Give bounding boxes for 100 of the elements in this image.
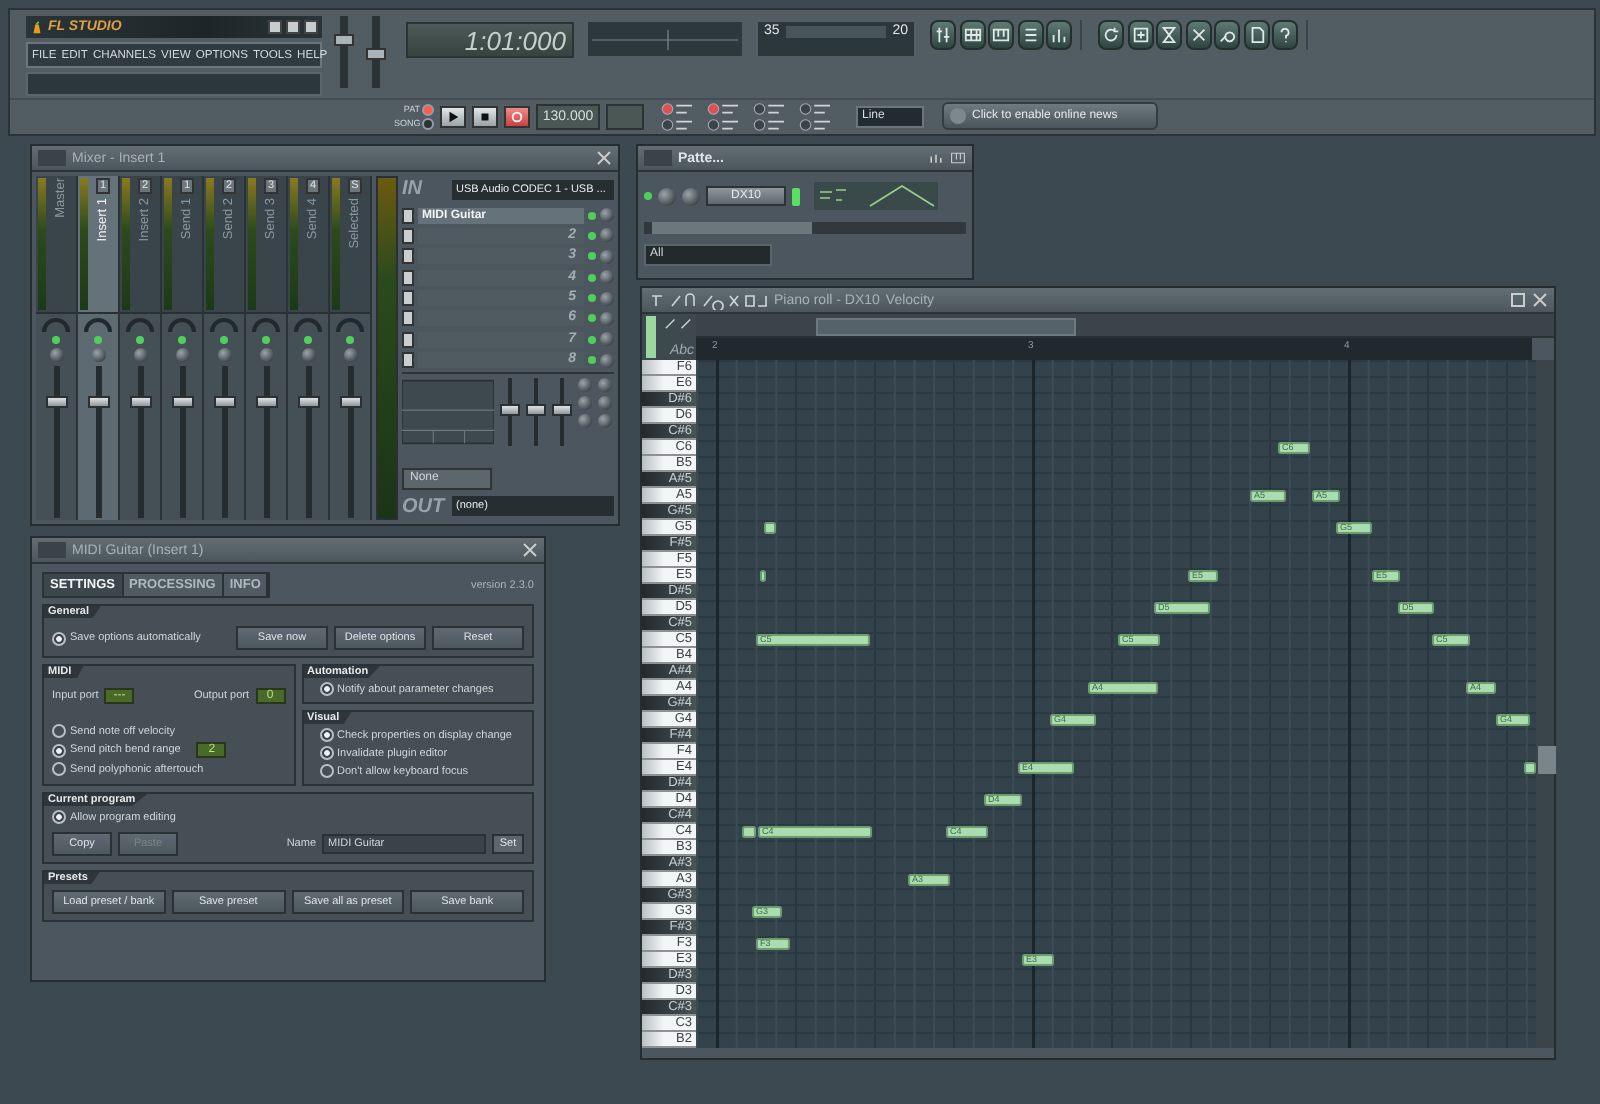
- note[interactable]: [760, 570, 766, 582]
- led-icon: [220, 336, 228, 344]
- bars-icon: [1050, 26, 1068, 44]
- volume-knob[interactable]: [133, 348, 147, 362]
- volume-knob[interactable]: [91, 348, 105, 362]
- pan-arc-icon: [208, 318, 240, 332]
- tool-icons-drawing[interactable]: [648, 291, 768, 309]
- checkbox[interactable]: [52, 724, 66, 738]
- input-label: IN: [402, 178, 424, 201]
- led-icon: [588, 231, 596, 240]
- mode-led[interactable]: [422, 103, 434, 116]
- pan-arc-icon: [124, 318, 156, 332]
- maximize-icon[interactable]: [1510, 292, 1526, 308]
- toggle-button[interactable]: [704, 101, 744, 116]
- led-icon: [588, 314, 596, 323]
- record-icon: [510, 109, 524, 124]
- volume-knob[interactable]: [259, 348, 273, 362]
- color-swatch: [646, 316, 656, 358]
- time-display: 1:01:000: [406, 22, 574, 58]
- stop-button[interactable]: [472, 105, 498, 128]
- envelope-drawing: [814, 182, 938, 210]
- checkbox[interactable]: [52, 762, 66, 776]
- checkbox[interactable]: [319, 764, 333, 778]
- toggle-button[interactable]: [704, 117, 744, 132]
- note[interactable]: [764, 522, 776, 534]
- checkbox[interactable]: [319, 682, 333, 696]
- toggle-button[interactable]: [750, 117, 790, 132]
- checkbox[interactable]: [52, 743, 66, 757]
- maximize-button[interactable]: [286, 20, 300, 34]
- close-icon[interactable]: [596, 150, 612, 166]
- pencil-icon[interactable]: [662, 316, 694, 330]
- play-icon: [446, 109, 460, 124]
- note[interactable]: [742, 826, 756, 838]
- horizontal-scrollbar[interactable]: [696, 314, 1554, 338]
- led-icon: [136, 336, 144, 344]
- toolbar-button[interactable]: [1185, 20, 1211, 50]
- level-meter: [332, 178, 340, 310]
- toggle-button[interactable]: [750, 101, 790, 116]
- volume-knob[interactable]: [217, 348, 231, 362]
- channel-select-led[interactable]: [792, 187, 800, 205]
- horizontal-scrollbar[interactable]: [644, 222, 966, 234]
- toolbar-button[interactable]: [1127, 20, 1153, 50]
- level-meter: [80, 178, 88, 310]
- led-icon: [588, 356, 596, 365]
- close-icon[interactable]: [522, 542, 538, 558]
- pan-arc-icon: [40, 318, 72, 332]
- toolbar-button[interactable]: [1243, 20, 1269, 50]
- volume-knob[interactable]: [49, 348, 63, 362]
- toggle-button[interactable]: [658, 117, 698, 132]
- level-meter: [38, 178, 46, 310]
- minimize-button[interactable]: [268, 20, 282, 34]
- bars-icon[interactable]: [928, 150, 944, 166]
- volume-slider[interactable]: [334, 16, 354, 88]
- toolbar-button[interactable]: [1272, 20, 1298, 50]
- eq-graph-drawing: [402, 377, 494, 446]
- volume-knob[interactable]: [682, 187, 700, 205]
- led-icon: [52, 336, 60, 344]
- toolbar-button[interactable]: [1046, 20, 1072, 50]
- checkbox[interactable]: [319, 746, 333, 760]
- checkbox[interactable]: [52, 631, 66, 645]
- led-icon: [644, 192, 652, 200]
- led-icon: [588, 252, 596, 261]
- pan-knob[interactable]: [658, 187, 676, 205]
- mode-led[interactable]: [422, 117, 434, 130]
- led-icon: [588, 335, 596, 344]
- toolbar-button[interactable]: [1156, 20, 1182, 50]
- checkbox[interactable]: [319, 728, 333, 742]
- toolbar-button[interactable]: [959, 20, 985, 50]
- globe-icon: [950, 108, 966, 125]
- close-icon[interactable]: [1532, 292, 1548, 308]
- toggle-button[interactable]: [796, 117, 836, 132]
- toolbar-button[interactable]: [988, 20, 1014, 50]
- led-icon: [346, 336, 354, 344]
- volume-knob[interactable]: [175, 348, 189, 362]
- volume-knob[interactable]: [343, 348, 357, 362]
- list-icon: [1021, 26, 1039, 44]
- toolbar-button[interactable]: [1214, 20, 1240, 50]
- toolbar-button[interactable]: [1098, 20, 1124, 50]
- pan-arc-icon: [292, 318, 324, 332]
- note[interactable]: [1524, 762, 1536, 774]
- vertical-scrollbar[interactable]: [1536, 360, 1554, 1048]
- pan-arc-icon: [250, 318, 282, 332]
- volume-knob[interactable]: [301, 348, 315, 362]
- piano-icon[interactable]: [950, 150, 966, 166]
- checkbox[interactable]: [52, 810, 66, 824]
- close-button[interactable]: [304, 20, 318, 34]
- play-button[interactable]: [440, 105, 466, 128]
- level-meter: [248, 178, 256, 310]
- pan-arc-icon: [166, 318, 198, 332]
- led-icon: [178, 336, 186, 344]
- toggle-button[interactable]: [658, 101, 698, 116]
- piano-icon: [992, 26, 1010, 44]
- pitch-slider[interactable]: [366, 16, 386, 88]
- record-button[interactable]: [504, 105, 530, 128]
- search-icon: [1218, 26, 1236, 44]
- toolbar-button[interactable]: [930, 20, 956, 50]
- sliders-icon: [934, 26, 952, 44]
- level-meter: [206, 178, 214, 310]
- toggle-button[interactable]: [796, 101, 836, 116]
- toolbar-button[interactable]: [1017, 20, 1043, 50]
